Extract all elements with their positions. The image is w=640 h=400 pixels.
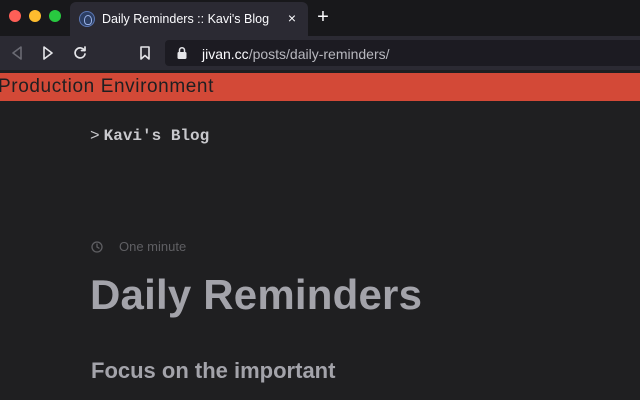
browser-titlebar: Daily Reminders :: Kavi's Blog × + [0, 0, 640, 36]
post-meta: One minute [91, 238, 186, 254]
site-logo-link[interactable]: > Kavi's Blog [90, 127, 209, 145]
environment-label: Production Environment [0, 76, 214, 97]
site-favicon-icon [79, 11, 95, 27]
url-text[interactable]: jivan.cc/posts/daily-reminders/ [202, 46, 390, 62]
window-minimize-icon[interactable] [29, 10, 41, 22]
page-content: > Kavi's Blog One minute Daily Reminders … [0, 101, 640, 400]
url-path: /posts/daily-reminders/ [248, 46, 390, 62]
reload-icon[interactable] [70, 43, 90, 63]
browser-tab-active[interactable]: Daily Reminders :: Kavi's Blog × [70, 2, 308, 36]
new-tab-button[interactable]: + [313, 7, 333, 27]
tab-title: Daily Reminders :: Kavi's Blog [102, 12, 270, 26]
section-heading: Focus on the important [91, 358, 336, 383]
forward-icon[interactable] [38, 43, 58, 63]
window-zoom-icon[interactable] [49, 10, 61, 22]
back-icon[interactable] [7, 43, 27, 63]
bookmark-icon[interactable] [135, 43, 155, 63]
lock-icon[interactable] [175, 46, 189, 60]
clock-icon [91, 240, 103, 253]
tab-close-icon[interactable]: × [284, 10, 300, 26]
reading-time: One minute [119, 238, 187, 254]
address-bar[interactable]: jivan.cc/posts/daily-reminders/ [165, 40, 640, 66]
url-host: jivan.cc [202, 46, 249, 62]
logo-mark: > [90, 127, 100, 145]
environment-banner: Production Environment [0, 73, 640, 101]
page-title: Daily Reminders [90, 271, 423, 318]
window-close-icon[interactable] [9, 10, 21, 22]
browser-navbar: jivan.cc/posts/daily-reminders/ [0, 36, 640, 70]
logo-text: Kavi's Blog [103, 127, 210, 145]
